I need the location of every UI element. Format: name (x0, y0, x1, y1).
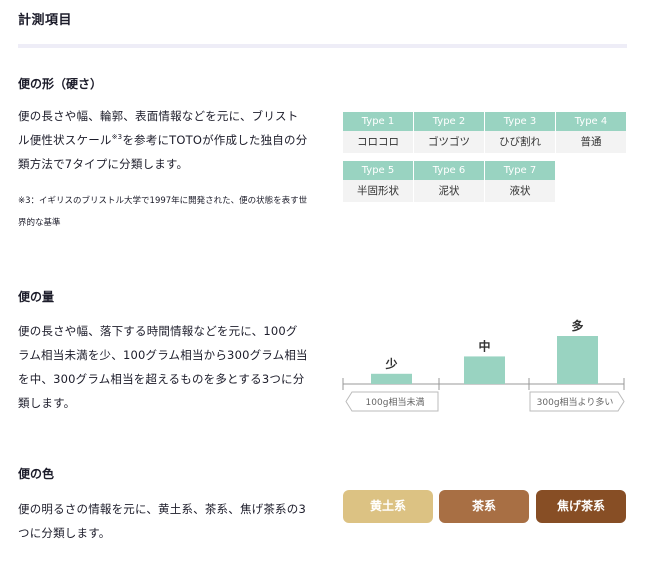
type-cell: Type 5 半固形状 (343, 161, 413, 202)
type-value: ゴツゴツ (414, 131, 484, 153)
footnote-ref: ※3 (111, 133, 123, 141)
type-value: 液状 (485, 180, 555, 202)
type-label: Type 2 (414, 112, 484, 131)
color-description: 便の明るさの情報を元に、黄土系、茶系、焦げ茶系の3つに分類します。 (18, 502, 306, 540)
color-pill: 茶系 (439, 490, 529, 523)
type-value: ひび割れ (485, 131, 555, 153)
type-label: Type 4 (556, 112, 626, 131)
type-value: コロコロ (343, 131, 413, 153)
type-label: Type 6 (414, 161, 484, 180)
left-range-label: 100g相当未満 (366, 396, 425, 408)
color-pill: 焦げ茶系 (536, 490, 626, 523)
type-cell: Type 6 泥状 (414, 161, 484, 202)
type-cell: Type 4 普通 (556, 112, 626, 153)
type-value: 半固形状 (343, 180, 413, 202)
type-cell: Type 7 液状 (485, 161, 555, 202)
footnote-text: ※3：イギリスのブリストル大学で1997年に開発された、便の状態を表す世界的な基… (18, 196, 308, 228)
amount-description: 便の長さや幅、落下する時間情報などを元に、100グラム相当未満を少、100グラム… (18, 324, 308, 410)
right-range-label: 300g相当より多い (537, 396, 614, 408)
color-section-title: 便の色 (18, 467, 55, 481)
type-label: Type 5 (343, 161, 413, 180)
bar-label: 中 (478, 338, 490, 353)
type-label: Type 1 (343, 112, 413, 131)
type-label: Type 7 (485, 161, 555, 180)
bar (557, 336, 598, 384)
bar-label: 多 (571, 318, 583, 333)
type-value: 普通 (556, 131, 626, 153)
type-label: Type 3 (485, 112, 555, 131)
title-divider (18, 44, 627, 48)
shape-section-title: 便の形（硬さ） (18, 77, 103, 91)
type-cell: Type 2 ゴツゴツ (414, 112, 484, 153)
shape-description: 便の長さや幅、輪郭、表面情報などを元に、ブリストル便性状スケール※3を参考にTO… (18, 104, 308, 176)
type-cell: Type 3 ひび割れ (485, 112, 555, 153)
bar (371, 373, 412, 384)
color-pill: 黄土系 (343, 490, 433, 523)
bar-label: 少 (384, 356, 397, 371)
page-title: 計測項目 (18, 13, 73, 28)
type-value: 泥状 (414, 180, 484, 202)
type-cell: Type 1 コロコロ (343, 112, 413, 153)
bar (464, 356, 505, 384)
amount-section-title: 便の量 (18, 290, 55, 304)
amount-chart: 少 中 多 100g相当未満 300g相当より多い (342, 318, 625, 412)
